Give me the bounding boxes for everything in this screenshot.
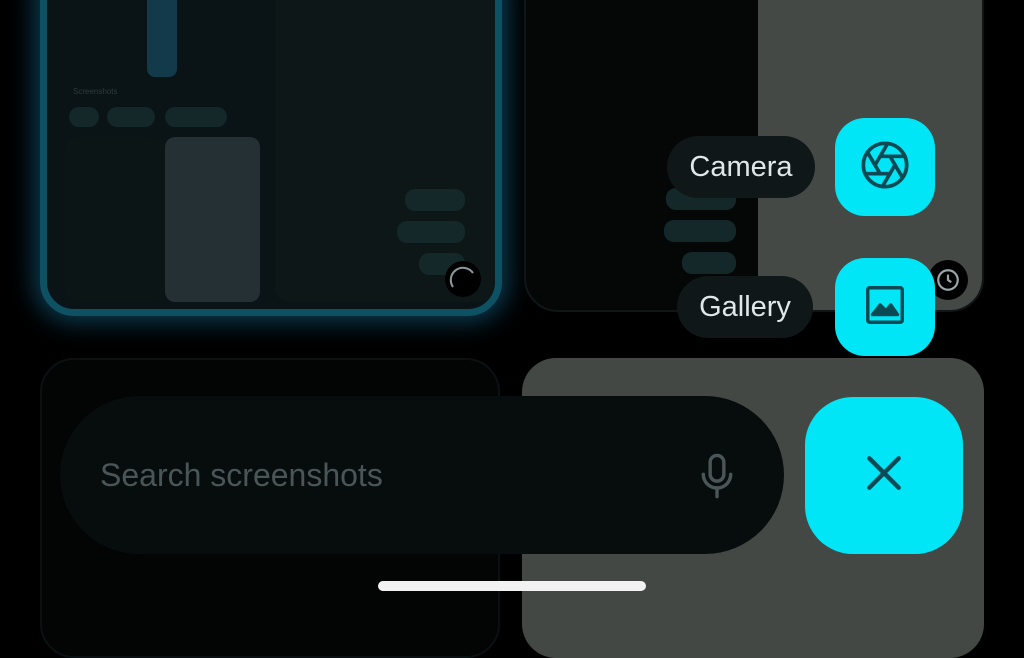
camera-shutter-icon (859, 139, 911, 196)
thumbnail-chip (165, 107, 227, 127)
thumbnail-chip (107, 107, 155, 127)
gallery-label[interactable]: Gallery (677, 276, 813, 338)
search-bar[interactable]: Search screenshots (60, 396, 784, 554)
thumbnail-chip (682, 252, 736, 274)
loading-spinner-icon (445, 261, 481, 297)
close-icon (862, 451, 906, 500)
gallery-button[interactable] (835, 258, 935, 356)
close-menu-button[interactable] (805, 397, 963, 554)
microphone-icon[interactable] (696, 452, 738, 505)
thumbnail-detail (147, 0, 177, 77)
image-icon (862, 282, 908, 333)
camera-button[interactable] (835, 118, 935, 216)
thumbnail-tile (165, 137, 260, 302)
thumbnail-chip (69, 107, 99, 127)
search-input-placeholder[interactable]: Search screenshots (100, 457, 383, 494)
thumbnail-section-title: Screenshots (73, 87, 118, 96)
thumbnail-chip (664, 220, 736, 242)
gesture-navigation-bar[interactable] (378, 581, 646, 591)
camera-label[interactable]: Camera (667, 136, 815, 198)
screenshot-card-selected[interactable]: Screenshots (40, 0, 502, 316)
thumbnail-chip (405, 189, 465, 211)
thumbnail-chip (397, 221, 465, 243)
thumbnail-tile (65, 137, 165, 302)
